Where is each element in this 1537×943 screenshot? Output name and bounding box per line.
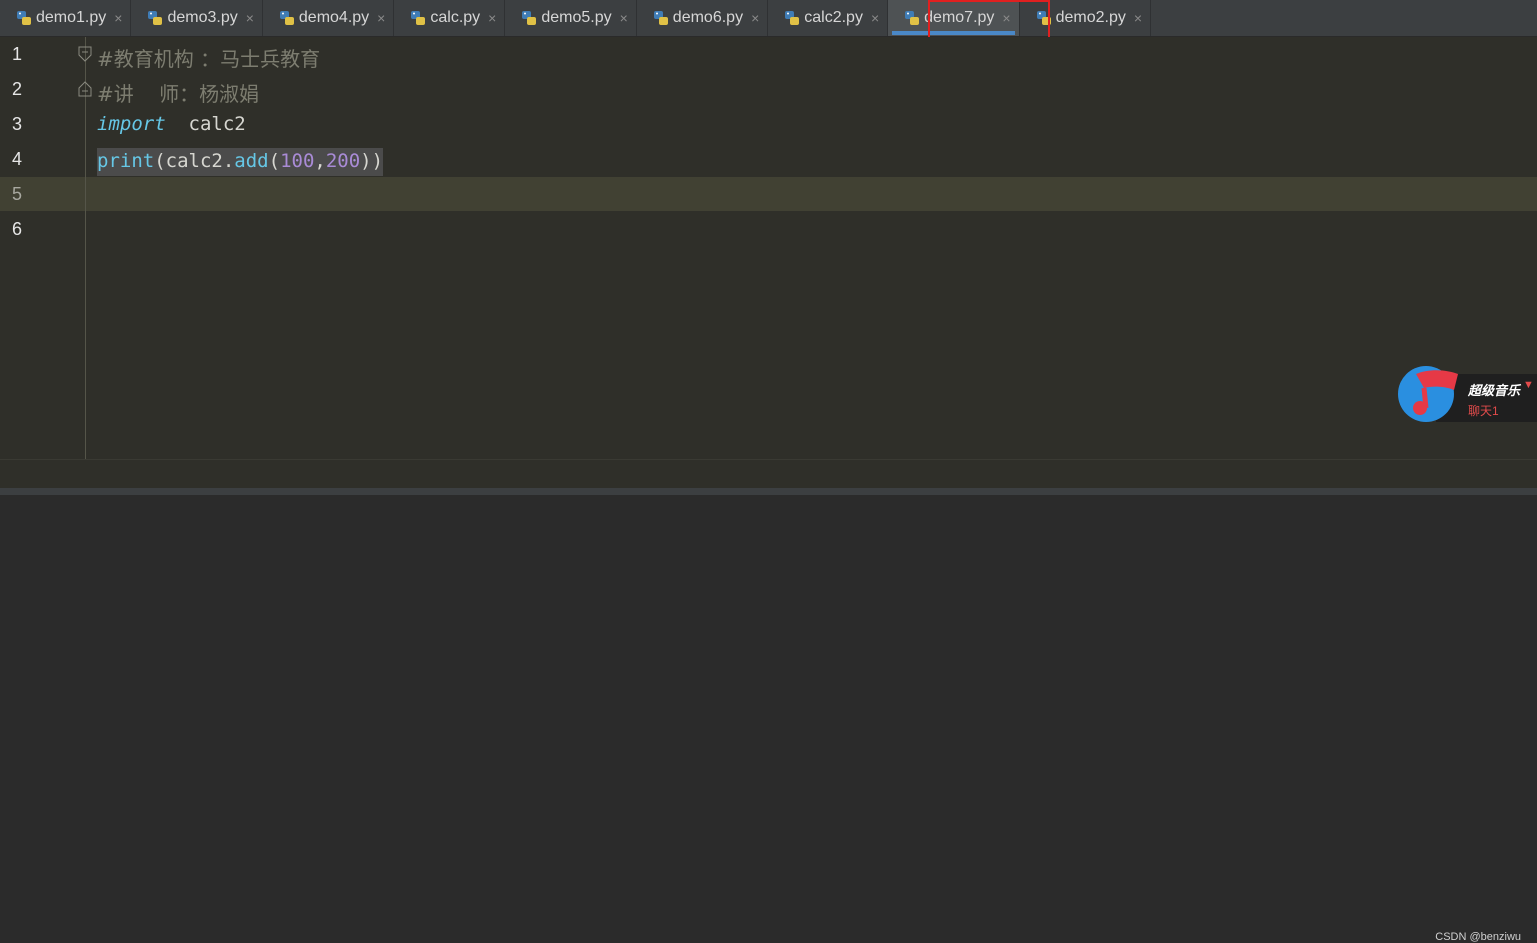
watermark-text: CSDN @benziwu [1435,931,1521,943]
fold-end-icon[interactable] [78,81,92,97]
python-file-icon [148,11,163,25]
python-file-icon [522,11,537,25]
close-icon[interactable]: × [246,10,254,26]
python-file-icon [905,11,920,25]
method-add: add [234,150,269,172]
close-icon[interactable]: × [871,10,879,26]
code-punct: (calc2. [154,150,235,172]
python-file-icon [653,11,668,25]
close-icon[interactable]: × [488,10,496,26]
tab-label: demo7.py [924,9,995,26]
line-number: 1 [12,44,23,64]
widget-subtitle: 聊天1 [1468,404,1499,418]
code-line-current[interactable]: 5 [0,178,1537,213]
python-file-icon [1036,11,1051,25]
close-icon[interactable]: × [1002,10,1010,26]
tab-demo3[interactable]: demo3.py × [131,0,263,36]
comment-text: #讲 师：杨淑娟 [97,82,260,106]
line-number: 3 [12,114,23,134]
number-literal: 200 [325,150,361,172]
keyword-import: import [97,113,166,135]
line-number: 4 [12,149,23,169]
tab-demo2[interactable]: demo2.py × [1020,0,1152,36]
tab-demo7[interactable]: demo7.py × [888,0,1020,36]
code-punct: ( [268,150,281,172]
code-line[interactable]: 4 print(calc2.add(100,200)) [0,143,1537,178]
close-icon[interactable]: × [620,10,628,26]
widget-title: 超级音乐 [1468,383,1521,398]
tab-label: demo5.py [541,9,612,26]
tab-calc[interactable]: calc.py × [394,0,506,36]
music-note-logo-icon [1398,366,1458,422]
code-line[interactable]: 2 #讲 师：杨淑娟 [0,73,1537,108]
tab-label: demo2.py [1055,9,1126,26]
tab-label: demo3.py [167,9,238,26]
code-editor[interactable]: 1 #教育机构 ：马士兵教育 2 #讲 师：杨淑娟 3 import calc2… [0,37,1537,459]
builtin-print: print [97,150,155,172]
floating-music-widget[interactable]: 超级音乐 ▼ 聊天1 [1396,360,1537,430]
tab-label: demo6.py [672,9,744,26]
close-icon[interactable]: × [1134,10,1142,26]
tab-label: calc2.py [804,9,863,26]
editor-tab-bar: demo1.py × demo3.py × demo4.py × calc.py… [0,0,1537,37]
code-line[interactable]: 1 #教育机构 ：马士兵教育 [0,38,1537,73]
tab-label: demo4.py [298,9,370,26]
tab-demo1[interactable]: demo1.py × [0,0,132,36]
line-number: 5 [12,184,23,204]
status-bar [0,488,1537,495]
close-icon[interactable]: × [377,10,385,26]
editor-bottom-strip: CSDN @benziwu [0,459,1537,943]
python-file-icon [785,11,800,25]
tab-label: demo1.py [36,9,107,26]
tab-demo5[interactable]: demo5.py × [505,0,637,36]
tab-demo6[interactable]: demo6.py × [637,0,769,36]
code-text: import calc2 [97,113,246,135]
tab-demo4[interactable]: demo4.py × [263,0,395,36]
python-file-icon [17,11,31,25]
module-name: calc2 [165,113,246,135]
fold-collapse-icon[interactable] [78,46,92,62]
number-literal: 100 [280,150,315,172]
line-number: 6 [12,219,23,239]
code-punct: , [314,150,326,172]
python-file-icon [279,11,294,25]
tab-label: calc.py [430,9,481,26]
dropdown-arrow-icon[interactable]: ▼ [1523,379,1534,391]
line-number: 2 [12,79,23,99]
python-file-icon [411,11,426,25]
code-line[interactable]: 6 [0,213,1537,248]
code-punct: )) [360,150,384,172]
selected-code-text: print(calc2.add(100,200)) [97,148,384,176]
close-icon[interactable]: × [114,10,122,26]
comment-text: #教育机构 ：马士兵教育 [97,47,321,71]
close-icon[interactable]: × [751,10,759,26]
code-line[interactable]: 3 import calc2 [0,108,1537,143]
tab-calc2[interactable]: calc2.py × [768,0,889,36]
